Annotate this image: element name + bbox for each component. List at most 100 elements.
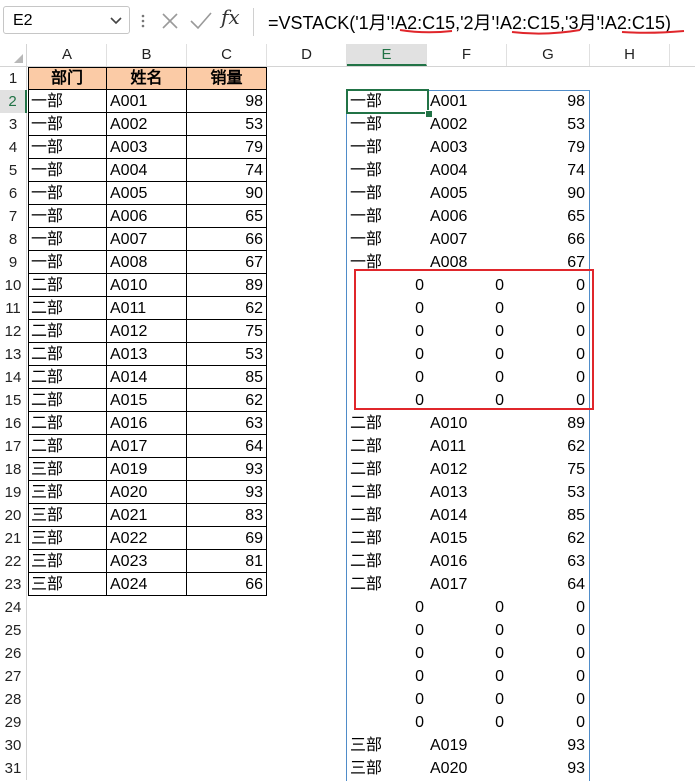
spill-cell[interactable]: A001 (427, 90, 507, 113)
table-cell[interactable]: A017 (107, 435, 187, 458)
spill-cell[interactable]: 一部 (347, 90, 427, 113)
spill-cell[interactable]: 0 (507, 665, 590, 688)
fill-handle[interactable] (425, 110, 433, 118)
table-header-cell[interactable]: 姓名 (107, 67, 187, 90)
column-header-a[interactable]: A (28, 44, 107, 66)
spill-cell[interactable]: 三部 (347, 734, 427, 757)
spill-cell[interactable]: 0 (347, 274, 427, 297)
table-cell[interactable]: 89 (187, 274, 267, 297)
spill-cell[interactable]: 0 (507, 688, 590, 711)
column-header-e[interactable]: E (347, 44, 427, 66)
row-header[interactable]: 8 (0, 228, 27, 251)
spill-cell[interactable]: 53 (507, 481, 590, 504)
spill-cell[interactable]: 63 (507, 550, 590, 573)
table-cell[interactable]: A010 (107, 274, 187, 297)
table-cell[interactable]: 一部 (28, 90, 107, 113)
table-cell[interactable]: 81 (187, 550, 267, 573)
spill-cell[interactable]: 0 (507, 619, 590, 642)
table-header-cell[interactable]: 部门 (28, 67, 107, 90)
spill-cell[interactable]: A006 (427, 205, 507, 228)
row-header[interactable]: 7 (0, 205, 27, 228)
table-cell[interactable]: 二部 (28, 435, 107, 458)
spill-cell[interactable]: 0 (427, 596, 507, 619)
spill-cell[interactable]: 0 (427, 320, 507, 343)
row-header[interactable]: 10 (0, 274, 27, 297)
table-cell[interactable]: 62 (187, 389, 267, 412)
row-header[interactable]: 16 (0, 412, 27, 435)
spill-cell[interactable]: 一部 (347, 182, 427, 205)
spill-cell[interactable]: 93 (507, 734, 590, 757)
table-cell[interactable]: A021 (107, 504, 187, 527)
table-cell[interactable]: A008 (107, 251, 187, 274)
row-header[interactable]: 13 (0, 343, 27, 366)
table-cell[interactable]: 98 (187, 90, 267, 113)
formula-input[interactable]: =VSTACK('1月'!A2:C15,'2月'!A2:C15,'3月'!A2:… (268, 9, 671, 35)
spill-cell[interactable]: 0 (347, 366, 427, 389)
spill-cell[interactable]: 0 (507, 274, 590, 297)
spill-cell[interactable]: 二部 (347, 527, 427, 550)
column-header-b[interactable]: B (107, 44, 187, 66)
spill-cell[interactable]: A016 (427, 550, 507, 573)
table-cell[interactable]: 53 (187, 343, 267, 366)
table-cell[interactable]: 66 (187, 573, 267, 596)
table-cell[interactable]: 三部 (28, 481, 107, 504)
spill-cell[interactable]: 0 (347, 642, 427, 665)
table-cell[interactable]: 二部 (28, 366, 107, 389)
spill-cell[interactable]: A012 (427, 458, 507, 481)
table-cell[interactable]: 90 (187, 182, 267, 205)
row-header[interactable]: 15 (0, 389, 27, 412)
spill-cell[interactable]: 0 (347, 688, 427, 711)
spill-cell[interactable]: 0 (427, 688, 507, 711)
table-cell[interactable]: 83 (187, 504, 267, 527)
table-cell[interactable]: 65 (187, 205, 267, 228)
table-cell[interactable]: A005 (107, 182, 187, 205)
spill-cell[interactable]: A019 (427, 734, 507, 757)
spill-cell[interactable]: A007 (427, 228, 507, 251)
spill-cell[interactable]: 二部 (347, 573, 427, 596)
row-header[interactable]: 18 (0, 458, 27, 481)
row-header[interactable]: 24 (0, 596, 27, 619)
row-header[interactable]: 29 (0, 711, 27, 734)
spill-cell[interactable]: 0 (347, 297, 427, 320)
spill-cell[interactable]: 0 (507, 596, 590, 619)
spill-cell[interactable]: 0 (507, 642, 590, 665)
table-header-cell[interactable]: 销量 (187, 67, 267, 90)
table-cell[interactable]: 三部 (28, 504, 107, 527)
row-header[interactable]: 5 (0, 159, 27, 182)
table-cell[interactable]: A003 (107, 136, 187, 159)
spill-cell[interactable]: 64 (507, 573, 590, 596)
table-cell[interactable]: A020 (107, 481, 187, 504)
row-header[interactable]: 19 (0, 481, 27, 504)
table-cell[interactable]: A023 (107, 550, 187, 573)
table-cell[interactable]: 93 (187, 481, 267, 504)
spill-cell[interactable]: 0 (427, 297, 507, 320)
spill-cell[interactable]: 62 (507, 435, 590, 458)
table-cell[interactable]: 二部 (28, 320, 107, 343)
spill-cell[interactable]: 74 (507, 159, 590, 182)
row-header[interactable]: 12 (0, 320, 27, 343)
spill-cell[interactable]: 0 (507, 343, 590, 366)
spill-cell[interactable]: A013 (427, 481, 507, 504)
table-cell[interactable]: 64 (187, 435, 267, 458)
table-cell[interactable]: A004 (107, 159, 187, 182)
spill-cell[interactable]: 75 (507, 458, 590, 481)
row-header[interactable]: 21 (0, 527, 27, 550)
spill-cell[interactable]: 0 (507, 320, 590, 343)
table-cell[interactable]: A016 (107, 412, 187, 435)
table-cell[interactable]: 一部 (28, 182, 107, 205)
row-header[interactable]: 1 (0, 67, 27, 90)
spill-cell[interactable]: 0 (347, 389, 427, 412)
select-all-corner[interactable] (0, 44, 27, 66)
column-header-d[interactable]: D (267, 44, 347, 66)
row-header[interactable]: 2 (0, 90, 27, 113)
spill-cell[interactable]: A020 (427, 757, 507, 780)
table-cell[interactable]: 二部 (28, 412, 107, 435)
table-cell[interactable]: 二部 (28, 389, 107, 412)
spill-cell[interactable]: 0 (507, 711, 590, 734)
table-cell[interactable]: 三部 (28, 573, 107, 596)
row-header[interactable]: 28 (0, 688, 27, 711)
row-header[interactable]: 17 (0, 435, 27, 458)
column-header-f[interactable]: F (427, 44, 507, 66)
column-header-g[interactable]: G (507, 44, 590, 66)
spill-cell[interactable]: 98 (507, 90, 590, 113)
